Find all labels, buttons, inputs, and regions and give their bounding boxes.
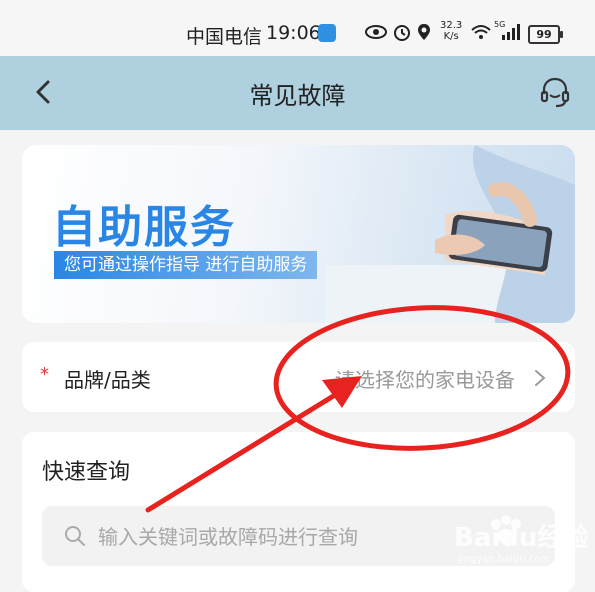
baidu-watermark: Baidu经验 jingyan.baidu.com: [448, 508, 589, 568]
battery-indicator: 99: [528, 25, 563, 44]
hand-phone-illustration: [325, 145, 575, 323]
location-icon: [418, 24, 430, 40]
network-speed: 32.3 K/s: [440, 20, 462, 42]
weather-icon: [318, 24, 336, 42]
nav-bar: 常见故障: [0, 56, 595, 130]
eye-icon: [365, 25, 387, 39]
chevron-right-icon[interactable]: [533, 368, 547, 388]
search-icon: [65, 526, 85, 546]
banner-title: 自助服务: [52, 202, 236, 253]
signal-icon: [502, 24, 520, 40]
brand-category-label: 品牌/品类: [64, 368, 151, 392]
speed-unit: K/s: [443, 31, 459, 42]
watermark-text: Baidu经验: [454, 522, 588, 553]
quick-query-title: 快速查询: [42, 460, 131, 485]
watermark-url: jingyan.baidu.com: [457, 554, 550, 565]
clock-time: 19:06: [266, 22, 321, 44]
speed-value: 32.3: [440, 20, 463, 31]
baidu-paw-logo: Baidu经验 jingyan.baidu.com: [454, 515, 589, 565]
wifi-icon: [471, 25, 491, 39]
page-title: 常见故障: [249, 82, 346, 110]
carrier-name: 中国电信: [186, 26, 263, 48]
alarm-icon: [394, 25, 410, 41]
appliance-select-placeholder[interactable]: 请选择您的家电设备: [335, 364, 515, 393]
brand-category-selector[interactable]: * 品牌/品类 请选择您的家电设备: [22, 342, 575, 412]
headset-icon[interactable]: [537, 74, 573, 110]
banner-subtitle: 您可通过操作指导 进行自助服务: [54, 251, 318, 279]
status-bar: 中国电信 19:06 32.3 K/s 5G 99: [0, 0, 595, 56]
required-mark: *: [40, 364, 49, 385]
self-service-banner[interactable]: 自助服务 您可通过操作指导 进行自助服务: [22, 145, 575, 323]
